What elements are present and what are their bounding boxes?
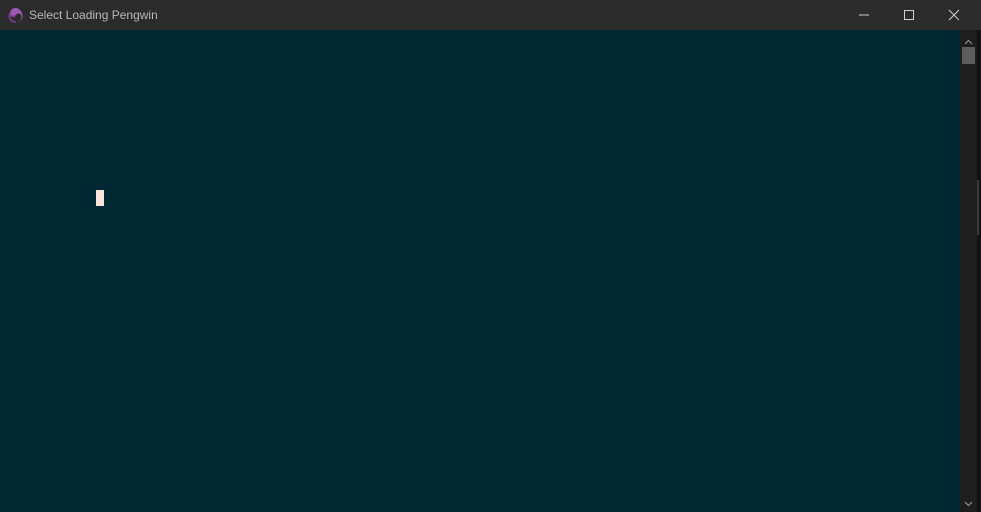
minimize-icon	[858, 6, 870, 25]
resize-edge[interactable]	[977, 180, 979, 235]
scroll-up-button[interactable]	[960, 32, 977, 46]
title-bar[interactable]: Select Loading Pengwin	[0, 0, 981, 30]
terminal-output-area[interactable]	[0, 30, 960, 512]
minimize-button[interactable]	[841, 0, 887, 30]
window-title: Select Loading Pengwin	[29, 8, 158, 22]
close-icon	[948, 6, 960, 25]
window-border	[977, 30, 981, 512]
close-button[interactable]	[931, 0, 977, 30]
vertical-scrollbar[interactable]	[960, 30, 977, 512]
chevron-down-icon	[964, 492, 973, 511]
scroll-thumb[interactable]	[962, 47, 975, 64]
chevron-up-icon	[964, 30, 973, 49]
maximize-icon	[903, 6, 915, 25]
terminal-window: Select Loading Pengwin	[0, 0, 981, 512]
text-cursor	[96, 190, 104, 206]
scroll-down-button[interactable]	[960, 494, 977, 508]
maximize-button[interactable]	[886, 0, 932, 30]
pengwin-swirl-icon	[7, 6, 25, 24]
